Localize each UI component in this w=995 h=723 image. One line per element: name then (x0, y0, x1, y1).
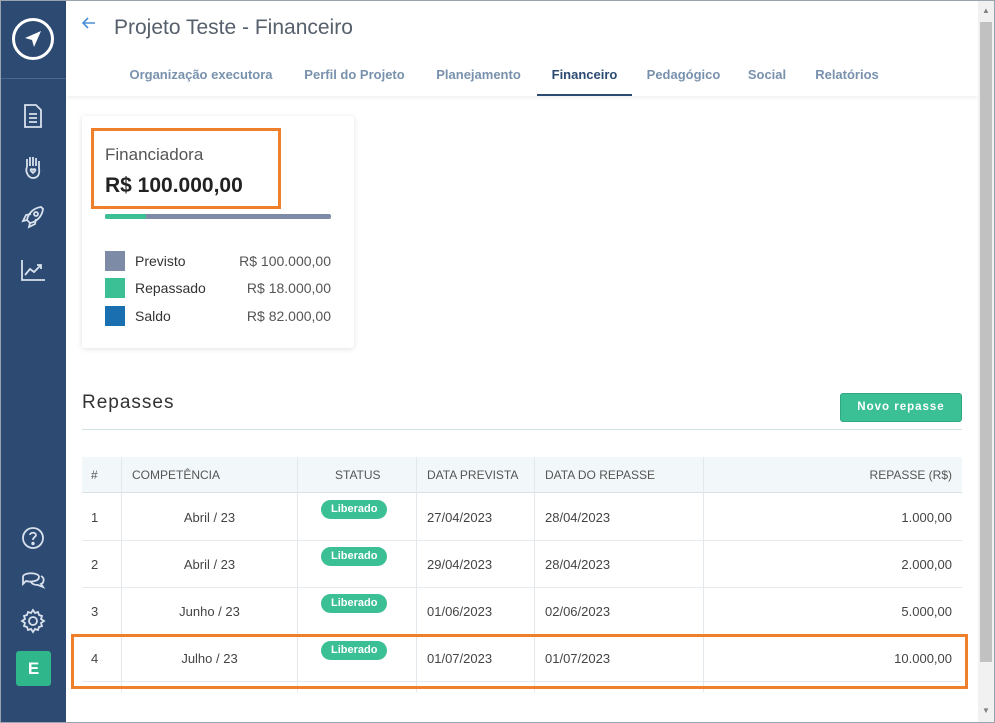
cell-data-repasse: 01/07/2023 (545, 651, 611, 666)
cell-data-prevista: 01/07/2023 (427, 651, 493, 666)
user-avatar[interactable]: E (16, 651, 51, 686)
legend-swatch-saldo (105, 306, 125, 326)
column-header-repasse[interactable]: REPASSE (R$) (870, 457, 952, 493)
cell-data-repasse: 28/04/2023 (545, 557, 611, 572)
transfer-progress-bar (105, 214, 331, 219)
tab-social[interactable]: Social (747, 60, 787, 96)
legend-swatch-repassado (105, 278, 125, 298)
logo-icon[interactable] (12, 18, 54, 60)
scroll-down-icon[interactable]: ▼ (981, 706, 991, 716)
transfer-progress-fill (105, 214, 146, 219)
table-row[interactable]: 1 Abril / 23 Liberado 27/04/2023 28/04/2… (82, 494, 962, 541)
legend-saldo: Saldo R$ 82.000,00 (105, 306, 331, 326)
rocket-icon[interactable] (19, 203, 47, 231)
funder-summary-card: Financiadora R$ 100.000,00 Previsto R$ 1… (82, 116, 354, 348)
new-transfer-button[interactable]: Novo repasse (840, 393, 962, 422)
legend-repassado: Repassado R$ 18.000,00 (105, 278, 331, 298)
sidebar: E (0, 0, 66, 723)
table-row[interactable]: 2 Abril / 23 Liberado 29/04/2023 28/04/2… (82, 541, 962, 588)
column-header-competencia[interactable]: COMPETÊNCIA (132, 457, 220, 493)
document-icon[interactable] (19, 102, 47, 130)
chat-icon[interactable] (19, 565, 47, 593)
cell-repasse: 10.000,00 (894, 651, 952, 666)
cell-data-prevista: 29/04/2023 (427, 557, 493, 572)
cell-competencia: Julho / 23 (181, 651, 238, 666)
tab-financeiro[interactable]: Financeiro (537, 60, 632, 96)
cell-repasse: 2.000,00 (901, 557, 952, 572)
status-badge: Liberado (321, 547, 388, 566)
funder-total-value: R$ 100.000,00 (105, 174, 243, 197)
help-icon[interactable] (19, 524, 47, 552)
tab-organizacao-executora[interactable]: Organização executora (128, 60, 274, 96)
cell-repasse: 5.000,00 (901, 604, 952, 619)
cell-number: 3 (91, 604, 99, 619)
column-header-number[interactable]: # (91, 457, 98, 493)
cell-competencia: Abril / 23 (183, 557, 236, 572)
chart-icon[interactable] (19, 256, 47, 284)
scrollbar-thumb[interactable] (980, 22, 992, 662)
cell-number: 2 (91, 557, 99, 572)
legend-value: R$ 82.000,00 (246, 308, 331, 324)
cell-number: 1 (91, 510, 99, 525)
column-header-data-prevista[interactable]: DATA PREVISTA (427, 457, 518, 493)
table-row[interactable]: 4 Julho / 23 Liberado 01/07/2023 01/07/2… (82, 635, 962, 682)
cell-data-prevista: 27/04/2023 (427, 510, 493, 525)
back-arrow-icon[interactable] (80, 14, 98, 32)
column-header-data-repasse[interactable]: DATA DO REPASSE (545, 457, 655, 493)
cell-data-repasse: 02/06/2023 (545, 604, 611, 619)
table-row[interactable]: 3 Junho / 23 Liberado 01/06/2023 02/06/2… (82, 588, 962, 635)
status-badge: Liberado (321, 641, 388, 660)
legend-swatch-previsto (105, 251, 125, 271)
legend-name: Previsto (135, 253, 186, 269)
table-header: # COMPETÊNCIA STATUS DATA PREVISTA DATA … (82, 457, 962, 493)
section-title-repasses: Repasses (82, 392, 175, 413)
status-badge: Liberado (321, 500, 388, 519)
legend-name: Repassado (135, 280, 206, 296)
cell-repasse: 1.000,00 (901, 510, 952, 525)
scroll-up-icon[interactable]: ▲ (981, 6, 991, 16)
tab-planejamento[interactable]: Planejamento (434, 60, 523, 96)
tab-relatorios[interactable]: Relatórios (813, 60, 881, 96)
status-badge: Liberado (321, 594, 388, 613)
legend-value: R$ 18.000,00 (246, 280, 331, 296)
funder-label: Financiadora (105, 145, 204, 164)
tab-pedagogico[interactable]: Pedagógico (646, 60, 721, 96)
column-header-status[interactable]: STATUS (335, 457, 381, 493)
cell-competencia: Junho / 23 (179, 604, 240, 619)
page-header: Projeto Teste - Financeiro Organização e… (66, 0, 978, 96)
cell-number: 4 (91, 651, 99, 666)
legend-previsto: Previsto R$ 100.000,00 (105, 251, 331, 271)
cell-data-repasse: 28/04/2023 (545, 510, 611, 525)
legend-name: Saldo (135, 308, 171, 324)
section-divider (82, 429, 962, 430)
sidebar-divider (0, 78, 66, 79)
page-title: Projeto Teste - Financeiro (114, 16, 353, 39)
cell-data-prevista: 01/06/2023 (427, 604, 493, 619)
hand-heart-icon[interactable] (19, 153, 47, 181)
legend-value: R$ 100.000,00 (239, 253, 331, 269)
cell-competencia: Abril / 23 (183, 510, 236, 525)
gear-icon[interactable] (19, 607, 47, 635)
tab-perfil-do-projeto[interactable]: Perfil do Projeto (303, 60, 406, 96)
